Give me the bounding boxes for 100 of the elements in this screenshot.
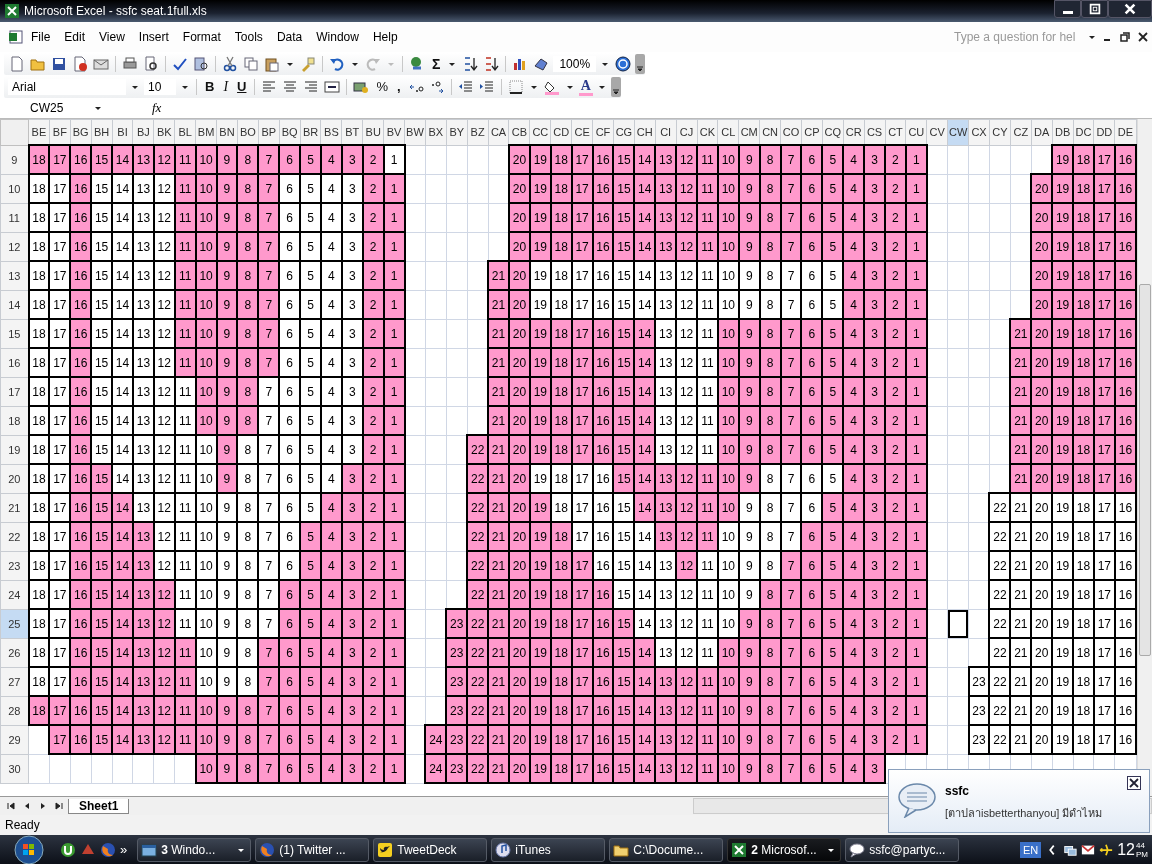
row-header[interactable]: 17 bbox=[0, 377, 29, 406]
close-icon[interactable] bbox=[1137, 31, 1149, 43]
column-header[interactable]: CT bbox=[885, 119, 906, 145]
airplane-icon[interactable] bbox=[1099, 842, 1114, 857]
column-header[interactable]: CN bbox=[759, 119, 781, 145]
menu-item[interactable]: Help bbox=[365, 30, 405, 44]
insert-function-button[interactable]: fx bbox=[152, 100, 162, 116]
column-header[interactable]: CX bbox=[968, 119, 990, 145]
column-header[interactable]: CQ bbox=[822, 119, 844, 145]
sheet-navigation-icon[interactable] bbox=[6, 801, 16, 811]
column-header[interactable]: BS bbox=[320, 119, 342, 145]
sheet-navigation-icon[interactable] bbox=[54, 801, 64, 811]
column-header[interactable]: CA bbox=[488, 119, 509, 145]
zoom-dropdown[interactable]: 100% bbox=[553, 55, 597, 72]
decrease-indent-icon[interactable] bbox=[457, 78, 474, 95]
close-icon[interactable] bbox=[1127, 776, 1141, 790]
taskbar-button[interactable]: (1) Twitter ... bbox=[255, 837, 370, 862]
new-document-icon[interactable] bbox=[9, 55, 25, 72]
font-name-dropdown[interactable]: Arial bbox=[8, 78, 126, 95]
sheet-tab[interactable]: Sheet1 bbox=[68, 798, 130, 814]
print-icon[interactable] bbox=[122, 55, 138, 72]
row-header[interactable]: 29 bbox=[0, 725, 29, 754]
research-icon[interactable] bbox=[193, 55, 209, 72]
column-header[interactable]: BK bbox=[153, 119, 175, 145]
column-header[interactable]: BW bbox=[404, 119, 426, 145]
column-header[interactable]: CB bbox=[509, 119, 530, 145]
column-header[interactable]: BF bbox=[49, 119, 71, 145]
column-header[interactable]: CR bbox=[843, 119, 865, 145]
column-header[interactable]: DB bbox=[1052, 119, 1074, 145]
menu-item[interactable]: Format bbox=[175, 30, 228, 44]
column-header[interactable]: BN bbox=[216, 119, 238, 145]
column-header[interactable]: CG bbox=[613, 119, 635, 145]
active-cell-outline[interactable] bbox=[948, 610, 968, 637]
row-header[interactable]: 16 bbox=[0, 348, 29, 377]
column-header[interactable]: BM bbox=[195, 119, 217, 145]
caret-icon[interactable] bbox=[94, 104, 102, 112]
row-header[interactable]: 26 bbox=[0, 638, 29, 667]
row-header[interactable]: 20 bbox=[0, 464, 29, 493]
restore-icon[interactable] bbox=[1119, 31, 1131, 43]
column-header[interactable]: CV bbox=[926, 119, 948, 145]
row-header[interactable]: 30 bbox=[0, 754, 29, 783]
save-icon[interactable] bbox=[51, 55, 67, 72]
column-header[interactable]: DC bbox=[1073, 119, 1094, 145]
toolbar-options-icon[interactable] bbox=[610, 76, 621, 97]
column-header[interactable]: CK bbox=[697, 119, 718, 145]
row-header[interactable]: 12 bbox=[0, 232, 29, 261]
vertical-scrollbar[interactable] bbox=[1137, 119, 1152, 796]
start-button[interactable] bbox=[14, 834, 44, 864]
column-header[interactable]: CH bbox=[634, 119, 656, 145]
column-header[interactable]: CZ bbox=[1010, 119, 1032, 145]
font-size-dropdown[interactable]: 10 bbox=[144, 78, 176, 95]
comma-style-button[interactable]: , bbox=[394, 77, 404, 96]
row-header[interactable]: 25 bbox=[0, 609, 29, 638]
row-header[interactable]: 24 bbox=[0, 580, 29, 609]
row-header[interactable]: 11 bbox=[0, 203, 29, 232]
row-header[interactable]: 27 bbox=[0, 667, 29, 696]
column-header[interactable]: CS bbox=[864, 119, 885, 145]
copy-icon[interactable] bbox=[243, 55, 259, 72]
column-header[interactable]: CE bbox=[571, 119, 593, 145]
taskbar-button[interactable]: 3 Windo... bbox=[137, 837, 252, 862]
row-header[interactable]: 18 bbox=[0, 406, 29, 435]
column-header[interactable]: CP bbox=[801, 119, 823, 145]
column-header[interactable]: BP bbox=[258, 119, 280, 145]
row-header[interactable]: 14 bbox=[0, 290, 29, 319]
name-box[interactable]: CW25 bbox=[0, 101, 92, 115]
column-header[interactable]: CY bbox=[989, 119, 1011, 145]
taskbar-button[interactable]: iTunes bbox=[491, 837, 606, 862]
column-header[interactable]: CL bbox=[717, 119, 739, 145]
sort-ascending-icon[interactable] bbox=[462, 55, 479, 72]
column-header[interactable]: BQ bbox=[279, 119, 301, 145]
column-header[interactable]: BV bbox=[383, 119, 405, 145]
column-header[interactable]: CW bbox=[947, 119, 969, 145]
menu-item[interactable]: Insert bbox=[131, 30, 176, 44]
menu-item[interactable]: Data bbox=[269, 30, 310, 44]
cut-icon[interactable] bbox=[222, 55, 238, 72]
column-header[interactable]: BL bbox=[174, 119, 196, 145]
row-header[interactable]: 23 bbox=[0, 551, 29, 580]
column-header[interactable]: CU bbox=[905, 119, 927, 145]
column-header[interactable]: BE bbox=[28, 119, 50, 145]
menu-item[interactable]: File bbox=[24, 30, 58, 44]
column-header[interactable]: BY bbox=[446, 119, 468, 145]
italic-button[interactable]: I bbox=[220, 77, 232, 96]
row-header[interactable]: 9 bbox=[0, 145, 29, 174]
column-header[interactable]: BZ bbox=[467, 119, 489, 145]
menu-item[interactable]: Tools bbox=[227, 30, 270, 44]
quick-launch-overflow[interactable]: » bbox=[120, 842, 128, 857]
column-header[interactable]: BX bbox=[425, 119, 447, 145]
column-header[interactable]: CO bbox=[780, 119, 802, 145]
column-header[interactable]: BR bbox=[300, 119, 321, 145]
borders-icon[interactable] bbox=[507, 78, 524, 95]
column-header[interactable]: BJ bbox=[132, 119, 154, 145]
column-header[interactable]: DA bbox=[1031, 119, 1053, 145]
bold-button[interactable]: B bbox=[202, 77, 218, 96]
toolbar-options-icon[interactable] bbox=[635, 53, 646, 74]
close-button[interactable] bbox=[1108, 0, 1152, 18]
permission-icon[interactable] bbox=[72, 55, 88, 72]
row-header[interactable]: 28 bbox=[0, 696, 29, 725]
align-center-icon[interactable] bbox=[282, 78, 299, 95]
column-header[interactable]: CI bbox=[655, 119, 677, 145]
column-header[interactable]: BH bbox=[91, 119, 113, 145]
